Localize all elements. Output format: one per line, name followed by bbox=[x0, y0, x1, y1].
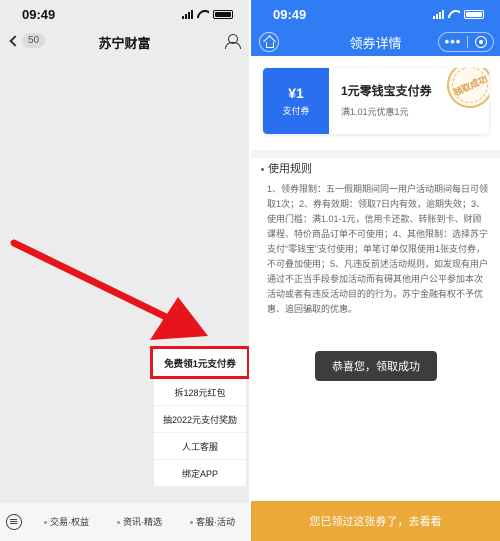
wifi-icon bbox=[448, 10, 460, 19]
miniprogram-capsule: ••• bbox=[438, 32, 494, 52]
signal-icon bbox=[182, 9, 193, 19]
left-screen: 09:49 50 苏宁财富 免费领1元支付券 拆128元红包 抽2022元支付奖… bbox=[0, 0, 249, 541]
battery-icon bbox=[464, 9, 484, 19]
coupon-type: 支付券 bbox=[282, 106, 310, 116]
coupon-amount: ¥1 bbox=[288, 85, 304, 101]
screenshot: 09:49 50 苏宁财富 免费领1元支付券 拆128元红包 抽2022元支付奖… bbox=[0, 0, 500, 541]
menu-item-red-packet[interactable]: 拆128元红包 bbox=[154, 379, 246, 406]
status-time: 09:49 bbox=[273, 6, 307, 22]
more-icon[interactable]: ••• bbox=[439, 35, 467, 49]
coupon-card[interactable]: ¥1 支付券 1元零钱宝支付券 满1.01元优惠1元 领取成功 bbox=[263, 68, 489, 134]
status-bar: 09:49 bbox=[251, 0, 500, 28]
page-title: 领券详情 bbox=[349, 35, 402, 51]
coupon-name: 1元零钱宝支付券 bbox=[341, 84, 432, 98]
profile-icon[interactable] bbox=[225, 34, 241, 49]
nav-bar: 领券详情 ••• bbox=[251, 28, 500, 56]
keyboard-icon[interactable] bbox=[6, 513, 22, 530]
battery-icon bbox=[213, 9, 233, 19]
menu-item-customer-service[interactable]: 人工客服 bbox=[154, 433, 246, 460]
rules-text: 1、领券限制：五一假期期间同一用户活动期间每日可领取1次；2、券有效期：领取7日… bbox=[267, 184, 489, 314]
coupon-section: ¥1 支付券 1元零钱宝支付券 满1.01元优惠1元 领取成功 bbox=[251, 56, 500, 150]
menu-item-free-coupon[interactable]: 免费领1元支付券 bbox=[150, 346, 249, 379]
bottom-tab-bar: 交易·权益 资讯·精选 客服·活动 bbox=[0, 501, 249, 541]
tab-trade[interactable]: 交易·权益 bbox=[30, 515, 103, 528]
popup-menu: 免费领1元支付券 拆128元红包 抽2022元支付奖励 人工客服 绑定APP bbox=[150, 346, 249, 487]
wifi-icon bbox=[197, 10, 209, 19]
unread-badge: 50 bbox=[22, 33, 46, 48]
claimed-stamp: 领取成功 bbox=[439, 68, 489, 116]
tab-service[interactable]: 客服·活动 bbox=[176, 515, 249, 528]
home-icon[interactable] bbox=[259, 32, 279, 52]
status-bar: 09:49 bbox=[0, 0, 249, 28]
view-coupon-button[interactable]: 您已领过这张券了，去看看 bbox=[251, 501, 500, 541]
menu-item-draw-reward[interactable]: 抽2022元支付奖励 bbox=[154, 406, 246, 433]
chevron-left-icon bbox=[9, 34, 21, 47]
close-miniprogram-icon[interactable] bbox=[475, 36, 487, 48]
nav-bar: 50 苏宁财富 bbox=[0, 28, 249, 56]
rules-title: 使用规则 bbox=[268, 163, 312, 175]
signal-icon bbox=[433, 9, 444, 19]
tab-news[interactable]: 资讯·精选 bbox=[103, 515, 176, 528]
status-time: 09:49 bbox=[22, 6, 56, 22]
right-screen: 09:49 领券详情 ••• ¥1 支付券 1元零钱宝支付券 满1.01元优惠1… bbox=[251, 0, 500, 541]
rules-section: 使用规则 1、领券限制：五一假期期间同一用户活动期间每日可领取1次；2、券有效期… bbox=[261, 160, 490, 317]
coupon-condition: 满1.01元优惠1元 bbox=[341, 107, 409, 117]
menu-item-bind-app[interactable]: 绑定APP bbox=[154, 460, 246, 487]
back-button[interactable]: 50 bbox=[8, 33, 46, 48]
success-toast: 恭喜您，领取成功 bbox=[315, 351, 437, 381]
